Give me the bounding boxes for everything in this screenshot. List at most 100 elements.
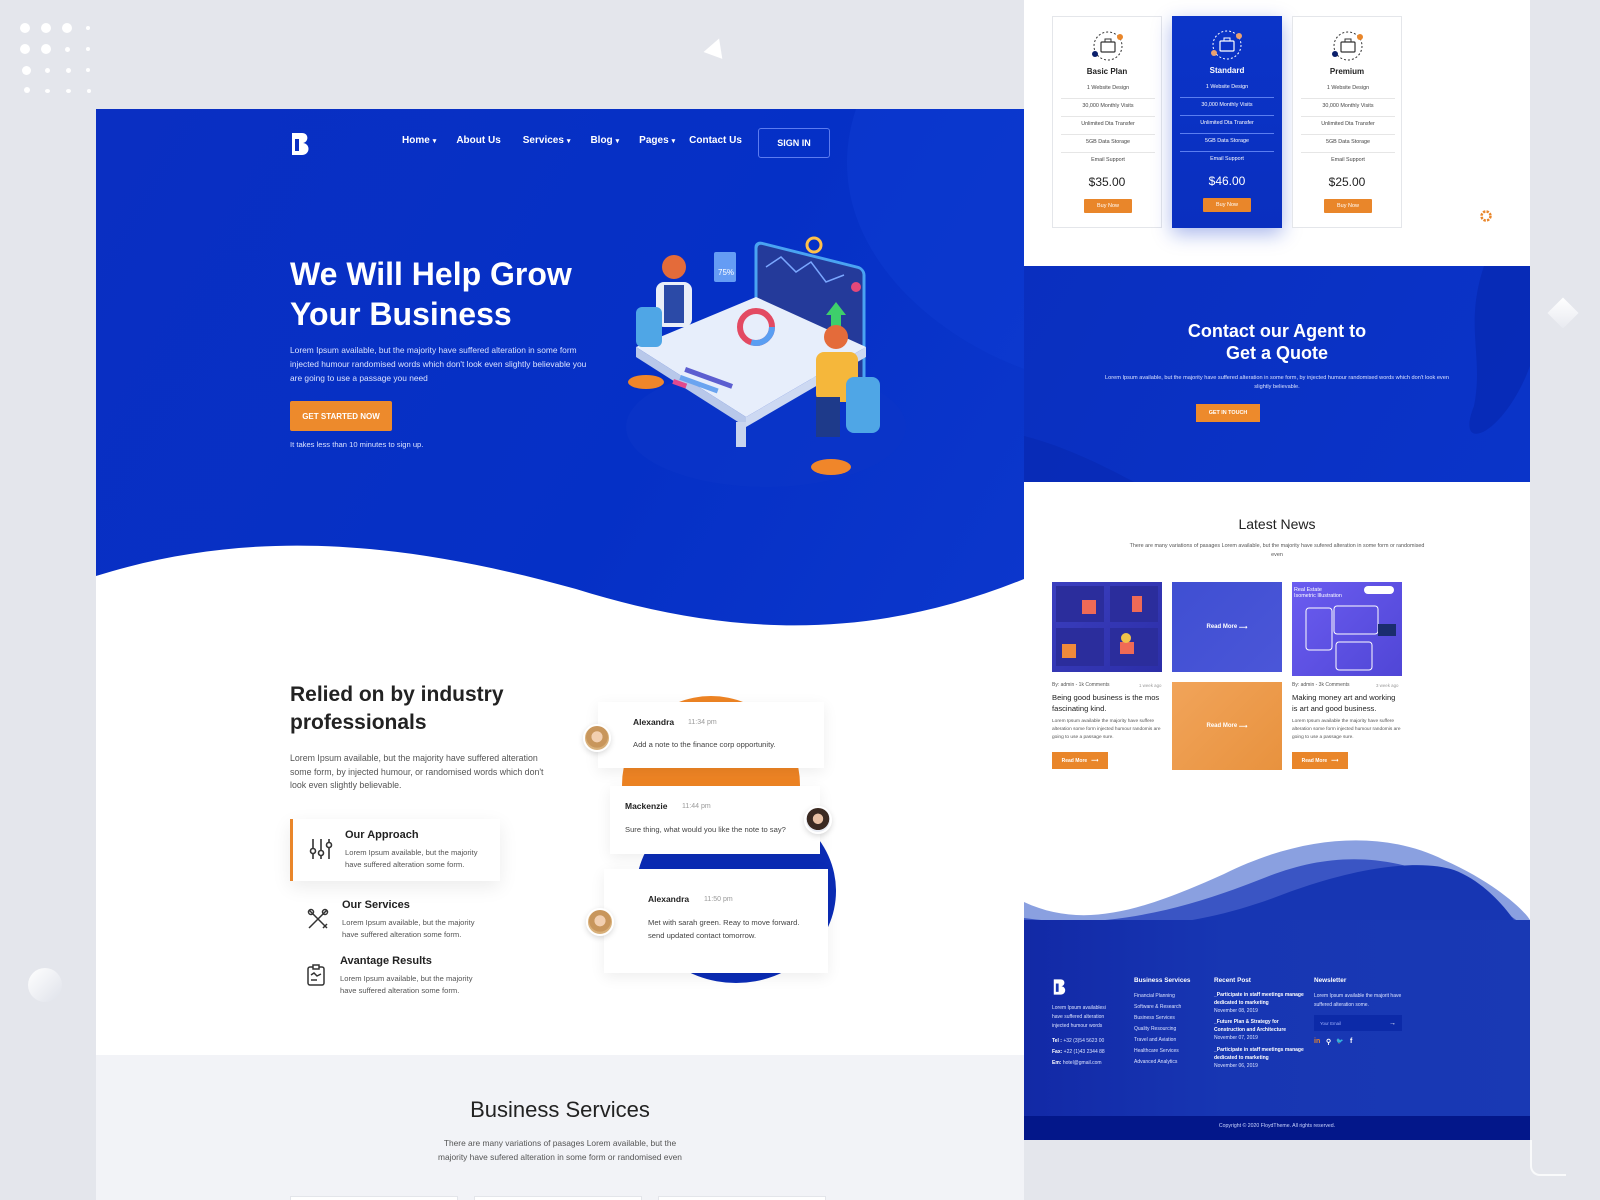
copyright: Copyright © 2020 FloydTheme. All rights … (1218, 1123, 1336, 1129)
sliders-icon (309, 839, 333, 859)
get-started-button[interactable]: GET STARTED NOW (290, 401, 392, 431)
footer-link[interactable]: Healthcare Services (1134, 1048, 1179, 1054)
gear-icon (1480, 210, 1492, 222)
briefcase-icon (1332, 31, 1363, 61)
buy-now-button[interactable]: Buy Now (1203, 198, 1251, 212)
nav-item-home[interactable]: Home ▾ (402, 135, 436, 146)
dot-grid-decoration (20, 20, 100, 100)
news-headline[interactable]: Being good business is the mos fascinati… (1052, 692, 1162, 714)
arrow-right-icon[interactable]: → (1389, 1020, 1396, 1027)
buy-now-button[interactable]: Buy Now (1324, 199, 1372, 213)
read-more-overlay[interactable]: Read More ⟶ (1172, 682, 1282, 770)
business-services-title: Business Services (470, 1097, 650, 1122)
meeting-illustration: 75% (626, 236, 906, 487)
sign-in-button[interactable]: SIGN IN (758, 128, 830, 158)
recent-post[interactable]: _Participate in staff meetings manage de… (1214, 1046, 1304, 1070)
nav-item-pages[interactable]: Pages ▾ (639, 135, 675, 146)
news-title: Latest News (1238, 516, 1316, 532)
feature-our-approach[interactable]: Our Approach Lorem Ipsum available, but … (290, 819, 500, 881)
nav-item-services[interactable]: Services ▾ (523, 135, 571, 146)
footer-link[interactable]: Advanced Analytics (1134, 1059, 1177, 1065)
read-more-overlay[interactable]: Read More ⟶ (1172, 582, 1282, 672)
pricing-card-basic: Basic Plan 1 Website Design 30,000 Month… (1052, 16, 1162, 228)
hero-section: Home ▾ About Us Services ▾ Blog ▾ Pages ▾ Co… (96, 109, 1024, 629)
get-in-touch-button[interactable]: GET IN TOUCH (1196, 404, 1260, 422)
footer-logo-icon[interactable] (1052, 978, 1068, 996)
news-image[interactable]: Read More ⟶ (1172, 682, 1282, 770)
briefcase-icon (1092, 31, 1123, 61)
nav-item-blog[interactable]: Blog ▾ (590, 135, 619, 146)
twitter-icon[interactable]: 🐦 (1336, 1038, 1343, 1045)
footer-link[interactable]: Financial Planning (1134, 993, 1175, 999)
hero-title: We Will Help Grow Your Business (290, 256, 572, 332)
buy-now-button[interactable]: Buy Now (1084, 199, 1132, 213)
arrow-right-icon: ⟶ (1091, 757, 1099, 764)
plan-price: $46.00 (1208, 174, 1246, 188)
chevron-down-icon: ▾ (566, 138, 571, 145)
news-image[interactable] (1052, 582, 1162, 672)
avatar-alexandra (586, 908, 614, 936)
footer-link[interactable]: Travel and Aviation (1134, 1037, 1176, 1043)
main-nav: Home ▾ About Us Services ▾ Blog ▾ Pages ▾ Co… (402, 135, 762, 146)
recent-post[interactable]: _Future Plan & Strategy for Construction… (1214, 1018, 1304, 1042)
feature-avantage-results[interactable]: Avantage Results Lorem Ipsum available, … (290, 945, 500, 1007)
clipboard-icon (307, 964, 325, 986)
nav-item-about[interactable]: About Us (456, 135, 500, 146)
facebook-icon[interactable]: f (1350, 1038, 1352, 1045)
signup-note: It takes less than 10 minutes to sign up… (290, 440, 424, 449)
recent-post[interactable]: _Participate in staff meetings manage de… (1214, 991, 1304, 1015)
chat-message: Alexandra 11:50 pm Met with sarah green.… (604, 869, 828, 973)
landing-page-right: Basic Plan 1 Website Design 30,000 Month… (1024, 0, 1530, 1140)
corner-decoration (1530, 1140, 1566, 1176)
footer-tel: Tel : +32 (3)54 5623 00 (1052, 1038, 1105, 1044)
hero-wave (96, 545, 1024, 629)
triangle-decoration (703, 35, 729, 59)
footer-about: Lorem Ipsum availablesi have suffered al… (1052, 1005, 1106, 1029)
diamond-decoration (1547, 297, 1579, 329)
news-image[interactable]: Read More ⟶ (1172, 582, 1282, 672)
news-meta: By: admin - 3k Comments (1292, 682, 1350, 688)
footer-fax: Fax: +22 (1)43 2344 88 (1052, 1049, 1105, 1055)
relied-description: Lorem Ipsum available, but the majority … (290, 753, 544, 790)
brand-logo-icon[interactable] (290, 131, 312, 157)
plan-price: $35.00 (1088, 175, 1126, 189)
news-headline[interactable]: Making money art and working is art and … (1292, 692, 1402, 714)
newsletter-description: Lorem Ipsum available the majorit have s… (1314, 993, 1402, 1008)
chat-message: Mackenzie 11:44 pm Sure thing, what woul… (610, 786, 820, 854)
service-card[interactable] (290, 1196, 458, 1200)
feature-description: Lorem Ipsum available, but the majority … (340, 974, 473, 995)
linkedin-icon[interactable]: in (1314, 1038, 1320, 1045)
service-card[interactable] (474, 1196, 642, 1200)
news-description: There are many variations of pasages Lor… (1129, 543, 1425, 558)
svg-text:75%: 75% (718, 268, 734, 277)
feature-title: Our Approach (345, 829, 419, 841)
news-date: 1 week ago (1139, 683, 1162, 688)
newsletter-email-input[interactable]: Your Email → (1314, 1015, 1402, 1031)
contact-title: Contact our Agent to Get a Quote (1187, 321, 1367, 363)
footer-link[interactable]: Software & Research (1134, 1004, 1181, 1010)
news-excerpt: Lorem Ipsum available the majority have … (1052, 719, 1161, 740)
plan-price: $25.00 (1328, 175, 1366, 189)
read-more-button[interactable]: Read More ⟶ (1052, 752, 1108, 769)
pinterest-icon[interactable]: ⚲ (1326, 1038, 1331, 1046)
hero-description: Lorem Ipsum available, but the majority … (290, 345, 587, 383)
footer-email: Em: hotel@gmail.com (1052, 1060, 1102, 1066)
feature-description: Lorem Ipsum available, but the majority … (342, 918, 475, 939)
footer-link[interactable]: Quality Resourcing (1134, 1026, 1176, 1032)
news-image[interactable]: Real Estate Isometric Illustration (1292, 582, 1402, 676)
feature-our-services[interactable]: Our Services Lorem Ipsum available, but … (290, 889, 500, 951)
service-card[interactable] (658, 1196, 826, 1200)
feature-title: Avantage Results (340, 955, 432, 967)
contact-description: Lorem Ipsum available, but the majority … (1105, 375, 1449, 390)
business-services-description: There are many variations of pasages Lor… (438, 1138, 682, 1162)
avatar-alexandra (583, 724, 611, 752)
chevron-down-icon: ▾ (615, 138, 620, 145)
relied-title: Relied on by industry professionals (290, 683, 504, 734)
arrow-right-icon: ⟶ (1331, 757, 1339, 764)
footer-link[interactable]: Business Services (1134, 1015, 1175, 1021)
pricing-card-standard: Standard 1 Website Design 30,000 Monthly… (1172, 16, 1282, 228)
read-more-button[interactable]: Read More ⟶ (1292, 752, 1348, 769)
news-meta: By: admin - 1k Comments (1052, 682, 1110, 688)
nav-item-contact[interactable]: Contact Us (689, 135, 742, 146)
chat-message: Alexandra 11:34 pm Add a note to the fin… (598, 702, 824, 768)
